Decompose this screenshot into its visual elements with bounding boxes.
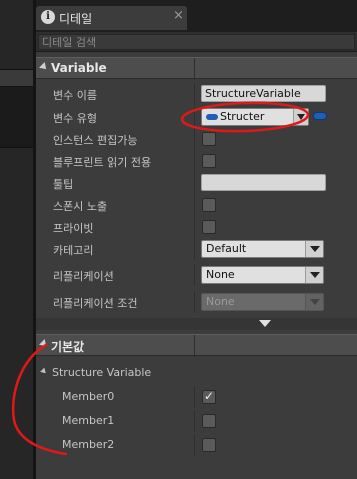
row-expose-on-spawn: 스폰시 노출 <box>36 194 357 216</box>
row-member-2: Member2 <box>36 434 357 456</box>
replication-value: None <box>206 268 235 281</box>
row-label: 툴팁 <box>53 178 74 191</box>
container-type-icon[interactable] <box>313 112 327 120</box>
tab-title: 디테일 <box>59 12 93 26</box>
row-label: 카테고리 <box>53 244 94 257</box>
column-separator <box>194 83 195 105</box>
row-label: 블루프린트 읽기 전용 <box>53 156 152 169</box>
row-member-0: Member0 <box>36 386 357 408</box>
replication-dropdown[interactable]: None <box>201 266 324 284</box>
row-label: 변수 유형 <box>53 112 97 125</box>
category-dropdown[interactable]: Default <box>201 240 324 258</box>
row-label: 리플리케이션 <box>53 270 114 283</box>
variable-type-value: Structer <box>220 110 265 123</box>
panel-empty-area <box>36 456 357 479</box>
chevron-down-icon <box>259 320 271 327</box>
collapse-arrow-icon <box>39 339 49 349</box>
search-input[interactable] <box>38 34 355 50</box>
column-separator <box>194 291 195 313</box>
chevron-down-icon <box>305 294 323 310</box>
replication-condition-dropdown: None <box>201 293 324 311</box>
struct-group-header[interactable]: Structure Variable <box>36 362 357 384</box>
row-member-1: Member1 <box>36 410 357 432</box>
tooltip-input[interactable] <box>201 174 326 191</box>
section-title: Variable <box>51 61 107 75</box>
chevron-down-icon <box>293 109 308 125</box>
row-category: 카테고리 Default <box>36 238 357 260</box>
category-value: Default <box>206 242 247 255</box>
graph-zoom-bar: 줌 <box>0 86 33 216</box>
instance-editable-checkbox[interactable] <box>202 132 216 146</box>
chevron-down-icon <box>305 267 323 283</box>
advanced-expand-bar[interactable] <box>36 318 357 330</box>
expose-on-spawn-checkbox[interactable] <box>202 198 216 212</box>
tab-details[interactable]: i 디테일 × <box>36 6 187 30</box>
section-title: 기본값 <box>51 340 85 354</box>
member-0-checkbox[interactable] <box>202 389 216 404</box>
graph-canvas[interactable] <box>0 148 33 479</box>
row-tooltip: 툴팁 <box>36 172 357 194</box>
column-separator <box>194 128 195 150</box>
column-separator <box>194 106 195 128</box>
member-label: Member0 <box>62 390 115 403</box>
info-icon: i <box>41 10 55 24</box>
member-2-checkbox[interactable] <box>202 438 216 452</box>
tab-bar: i 디테일 × <box>36 0 357 32</box>
column-separator <box>194 386 195 408</box>
variable-name-input[interactable]: StructureVariable <box>201 85 326 102</box>
details-panel: i 디테일 × Variable 변수 이름 StructureVariable… <box>36 0 357 479</box>
column-separator <box>194 264 195 286</box>
column-separator <box>194 434 195 456</box>
row-label: 프라이빗 <box>53 222 94 235</box>
column-separator <box>194 172 195 194</box>
row-replication: 리플리케이션 None <box>36 264 357 286</box>
member-1-checkbox[interactable] <box>202 414 216 428</box>
row-variable-type: 변수 유형 Structer <box>36 106 357 128</box>
graph-toolbar <box>0 0 33 70</box>
column-separator <box>194 194 195 216</box>
blueprint-readonly-checkbox[interactable] <box>202 154 216 168</box>
row-replication-condition: 리플리케이션 조건 None <box>36 291 357 313</box>
struct-pin-icon <box>206 114 218 120</box>
member-label: Member1 <box>62 414 115 427</box>
row-private: 프라이빗 <box>36 216 357 238</box>
variable-type-picker[interactable]: Structer <box>201 108 309 126</box>
graph-editor-background: 줌 <box>0 0 33 479</box>
column-separator <box>194 150 195 172</box>
collapse-arrow-icon <box>40 367 48 376</box>
row-label: 리플리케이션 조건 <box>53 297 138 310</box>
close-icon[interactable]: × <box>173 9 184 23</box>
row-variable-name: 변수 이름 StructureVariable <box>36 83 357 105</box>
column-separator <box>194 238 195 260</box>
column-separator <box>194 58 195 80</box>
row-blueprint-readonly: 블루프린트 읽기 전용 <box>36 150 357 172</box>
section-header-default-value[interactable]: 기본값 <box>36 334 357 357</box>
row-label: 변수 이름 <box>53 89 97 102</box>
row-label: 스폰시 노출 <box>53 200 108 213</box>
search-bar <box>36 32 357 52</box>
section-header-variable[interactable]: Variable <box>36 57 357 80</box>
column-separator <box>194 410 195 432</box>
collapse-arrow-icon <box>39 62 49 72</box>
column-separator <box>194 335 195 357</box>
struct-group-label: Structure Variable <box>52 366 152 379</box>
column-separator <box>194 216 195 238</box>
row-instance-editable: 인스턴스 편집가능 <box>36 128 357 150</box>
private-checkbox[interactable] <box>202 220 216 234</box>
chevron-down-icon <box>305 241 323 257</box>
replication-condition-value: None <box>206 295 235 308</box>
member-label: Member2 <box>62 438 115 451</box>
row-label: 인스턴스 편집가능 <box>53 134 138 147</box>
